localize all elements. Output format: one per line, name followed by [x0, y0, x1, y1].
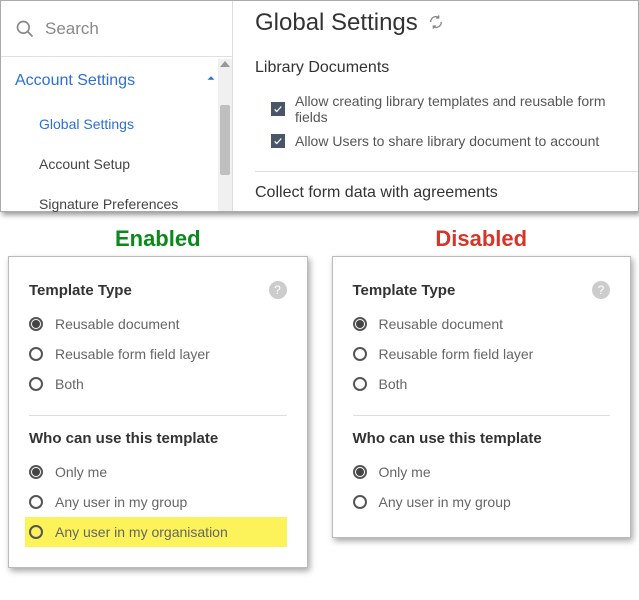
checkbox-allow-templates[interactable] [271, 102, 285, 116]
checkbox-label: Allow creating library templates and reu… [295, 93, 638, 125]
radio-reusable-form-field-layer[interactable] [29, 347, 43, 361]
radio-reusable-document[interactable] [353, 317, 367, 331]
divider [29, 415, 287, 416]
search-icon [15, 19, 35, 39]
checkbox-label: Allow Users to share library document to… [295, 133, 599, 149]
radio-any-user-organisation[interactable] [29, 525, 43, 539]
radio-label: Reusable document [55, 316, 180, 332]
radio-label: Both [379, 376, 408, 392]
radio-both[interactable] [29, 377, 43, 391]
template-card-enabled: Template Type ? Reusable document Reusab… [8, 256, 308, 568]
divider [353, 415, 611, 416]
radio-label: Any user in my group [55, 494, 187, 510]
search-bar[interactable]: Search [1, 1, 232, 57]
radio-label: Both [55, 376, 84, 392]
radio-reusable-document[interactable] [29, 317, 43, 331]
help-icon[interactable]: ? [269, 281, 287, 299]
radio-reusable-form-field-layer[interactable] [353, 347, 367, 361]
sidebar-item-signature-preferences[interactable]: Signature Preferences [1, 184, 232, 224]
radio-both[interactable] [353, 377, 367, 391]
card-heading-who-can-use: Who can use this template [29, 430, 287, 447]
card-heading-template-type: Template Type [29, 282, 132, 299]
radio-only-me[interactable] [353, 465, 367, 479]
help-icon[interactable]: ? [592, 281, 610, 299]
radio-any-user-group[interactable] [29, 495, 43, 509]
radio-any-user-group[interactable] [353, 495, 367, 509]
refresh-icon[interactable] [428, 14, 444, 33]
radio-label: Reusable form field layer [55, 346, 210, 362]
checkbox-allow-share[interactable] [271, 134, 285, 148]
card-label-disabled: Disabled [332, 226, 632, 252]
nav-group-account-settings[interactable]: Account Settings [1, 57, 232, 104]
scrollbar-thumb[interactable] [220, 105, 230, 175]
card-label-enabled: Enabled [8, 226, 308, 252]
card-heading-template-type: Template Type [353, 282, 456, 299]
template-card-disabled: Template Type ? Reusable document Reusab… [332, 256, 632, 538]
radio-label: Only me [379, 464, 431, 480]
radio-label: Only me [55, 464, 107, 480]
search-placeholder: Search [45, 19, 99, 39]
radio-label: Reusable document [379, 316, 504, 332]
chevron-up-icon [204, 71, 218, 90]
section-collect-form-data: Collect form data with agreements [255, 184, 638, 202]
nav-group-label: Account Settings [15, 72, 135, 90]
radio-label: Any user in my group [379, 494, 511, 510]
scroll-up-arrow-icon[interactable] [220, 61, 230, 67]
radio-only-me[interactable] [29, 465, 43, 479]
divider [255, 171, 638, 172]
section-library-documents: Library Documents [255, 59, 638, 77]
radio-label: Reusable form field layer [379, 346, 534, 362]
sidebar-item-account-setup[interactable]: Account Setup [1, 144, 232, 184]
radio-label: Any user in my organisation [55, 524, 228, 540]
page-title: Global Settings [255, 9, 418, 37]
card-heading-who-can-use: Who can use this template [353, 430, 611, 447]
sidebar-item-global-settings[interactable]: Global Settings [1, 104, 232, 144]
scrollbar[interactable] [218, 59, 232, 211]
